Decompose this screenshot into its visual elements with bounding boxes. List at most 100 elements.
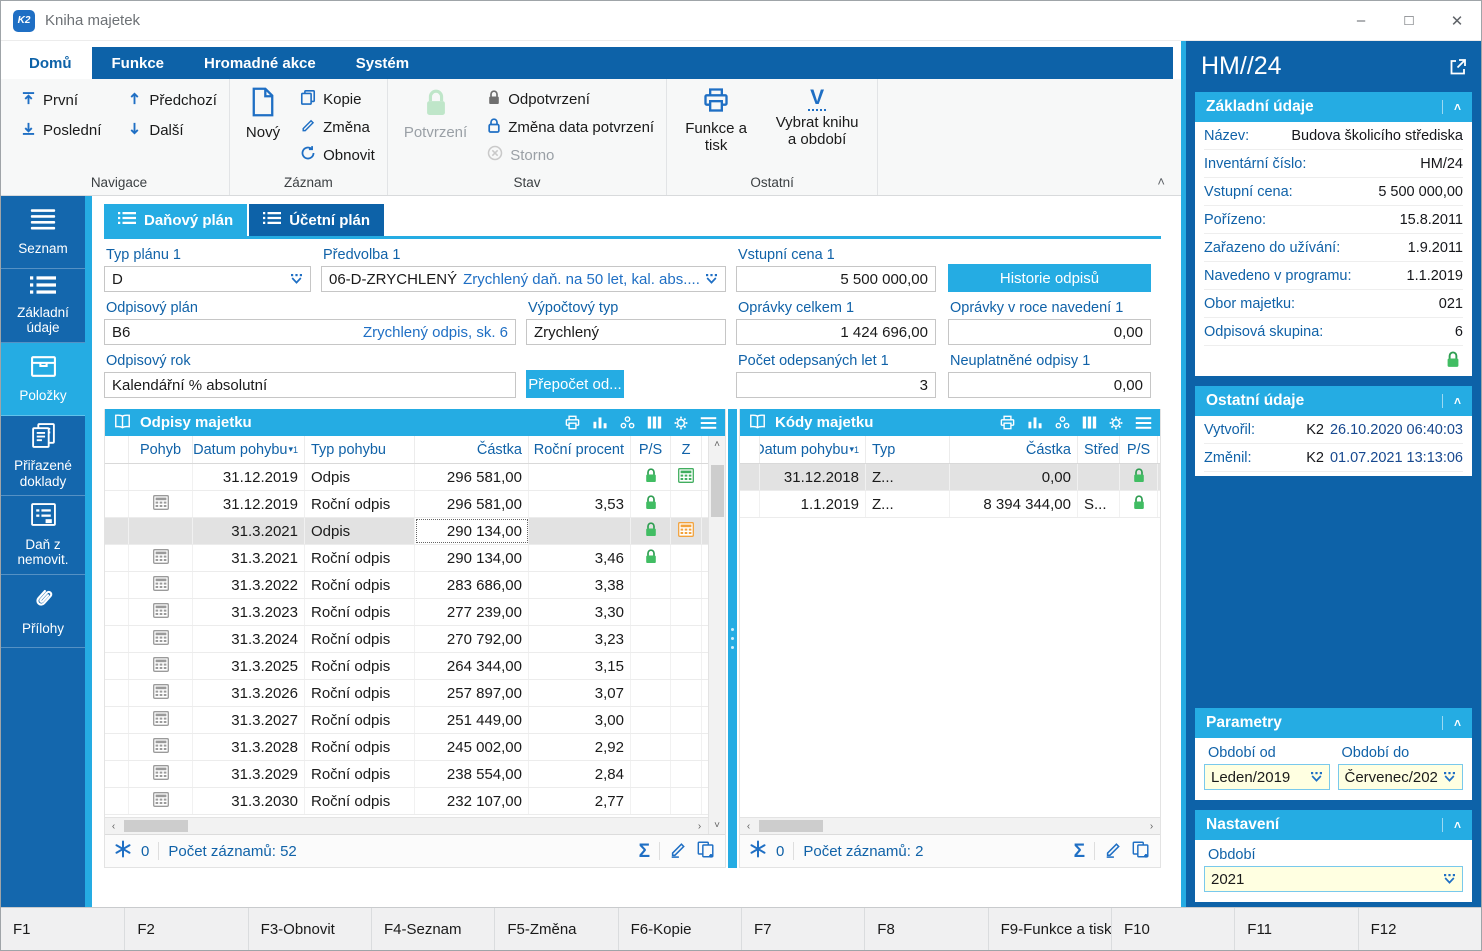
confirm-button[interactable]: Potvrzení — [400, 83, 471, 165]
sidebar-item-p-i-azen-doklady[interactable]: Přiřazené doklady — [1, 416, 85, 497]
table-row[interactable]: 31.3.2028Roční odpis245 002,002,92 — [105, 734, 708, 761]
copy-add-icon[interactable] — [1131, 840, 1151, 863]
obdobi-od-input[interactable]: Leden/2019 — [1204, 764, 1330, 790]
fkey-f10[interactable]: F10 — [1111, 908, 1234, 950]
table-row[interactable]: 31.3.2023Roční odpis277 239,003,30 — [105, 599, 708, 626]
previous-record-button[interactable]: Předchozí — [127, 91, 217, 110]
column-header[interactable]: Roční procent — [529, 436, 631, 463]
maximize-button[interactable]: □ — [1385, 1, 1433, 40]
dropdown-icon[interactable] — [290, 274, 303, 284]
functions-print-button[interactable]: Funkce a tisk — [679, 83, 753, 155]
column-header[interactable]: Pohyb — [129, 436, 193, 463]
minimize-button[interactable]: – — [1337, 1, 1385, 40]
table-row[interactable]: 31.3.2022Roční odpis283 686,003,38 — [105, 572, 708, 599]
section-header[interactable]: Nastavení ˄ — [1195, 810, 1472, 840]
fkey-f12[interactable]: F12 — [1358, 908, 1481, 950]
copy-add-icon[interactable] — [696, 840, 716, 863]
ribbon-tab-system[interactable]: Systém — [336, 47, 429, 79]
ribbon-tab-domu[interactable]: Domů — [9, 47, 92, 79]
table-row[interactable]: 31.12.2019Roční odpis296 581,003,53 — [105, 491, 708, 518]
sum-button[interactable]: Σ — [639, 842, 650, 861]
column-header[interactable]: Z — [671, 436, 702, 463]
column-header[interactable]: Částka — [950, 436, 1078, 463]
columns-icon[interactable] — [647, 415, 662, 430]
open-external-icon[interactable] — [1448, 57, 1468, 77]
historie-odpisu-button[interactable]: Historie odpisů — [948, 264, 1151, 292]
column-header[interactable]: Středisko — [1078, 436, 1120, 463]
opravky-celkem-input[interactable]: 1 424 696,00 — [736, 319, 936, 345]
pocet-let-input[interactable]: 3 — [736, 372, 936, 398]
vertical-scrollbar[interactable]: ˄ ˅ — [708, 436, 725, 834]
sum-button[interactable]: Σ — [1074, 842, 1085, 861]
fkey-f5[interactable]: F5-Změna — [494, 908, 617, 950]
scroll-up-button[interactable]: ˄ — [709, 436, 726, 453]
change-confirm-date-button[interactable]: Změna data potvrzení — [487, 117, 654, 137]
horizontal-scrollbar[interactable]: ‹ › — [105, 817, 708, 834]
edit-icon[interactable] — [1104, 840, 1122, 862]
chart-icon[interactable] — [1027, 415, 1043, 430]
column-header[interactable]: P/S — [1120, 436, 1158, 463]
obdobi-do-input[interactable]: Červenec/202 — [1338, 764, 1464, 790]
odpisovy-rok-input[interactable]: Kalendářní % absolutní — [104, 372, 516, 398]
horizontal-scrollbar[interactable]: ‹ › — [740, 817, 1160, 834]
table-row[interactable]: 31.3.2024Roční odpis270 792,003,23 — [105, 626, 708, 653]
sidebar-item-seznam[interactable]: Seznam — [1, 196, 85, 269]
dropdown-icon[interactable] — [1443, 772, 1456, 782]
fkey-f11[interactable]: F11 — [1234, 908, 1357, 950]
ribbon-tab-funkce[interactable]: Funkce — [92, 47, 185, 79]
scroll-right-button[interactable]: › — [691, 818, 708, 835]
select-book-period-button[interactable]: V Vybrat knihu a období — [769, 83, 865, 155]
scroll-left-button[interactable]: ‹ — [105, 818, 122, 835]
table-row[interactable]: 31.3.2021Roční odpis290 134,003,46 — [105, 545, 708, 572]
fkey-f3[interactable]: F3-Obnovit — [248, 908, 371, 950]
scroll-left-button[interactable]: ‹ — [740, 818, 757, 835]
table-row[interactable]: 31.3.2026Roční odpis257 897,003,07 — [105, 680, 708, 707]
menu-icon[interactable] — [700, 416, 717, 430]
vypoctovy-typ-input[interactable]: Zrychlený — [526, 319, 726, 345]
chart-icon[interactable] — [592, 415, 608, 430]
columns-icon[interactable] — [1082, 415, 1097, 430]
refresh-button[interactable]: Obnovit — [300, 145, 375, 165]
column-header[interactable] — [740, 436, 760, 463]
table-row[interactable]: 31.12.2019Odpis296 581,00 — [105, 464, 708, 491]
section-header[interactable]: Parametry ˄ — [1195, 708, 1472, 738]
table-row[interactable]: 31.3.2021Odpis290 134,00 — [105, 518, 708, 545]
fkey-f2[interactable]: F2 — [124, 908, 247, 950]
unconfirm-button[interactable]: Odpotvrzení — [487, 89, 654, 109]
next-record-button[interactable]: Další — [127, 121, 217, 140]
print-icon[interactable] — [999, 415, 1016, 430]
column-header[interactable]: P/S — [631, 436, 671, 463]
table-row[interactable]: 31.3.2030Roční odpis232 107,002,77 — [105, 788, 708, 815]
ribbon-collapse-button[interactable]: ˄ — [1157, 174, 1165, 189]
ribbon-tab-hromadne-akce[interactable]: Hromadné akce — [184, 47, 336, 79]
fkey-f6[interactable]: F6-Kopie — [618, 908, 741, 950]
fkey-f7[interactable]: F7 — [741, 908, 864, 950]
fkey-f4[interactable]: F4-Seznam — [371, 908, 494, 950]
group-icon[interactable] — [1054, 415, 1071, 430]
dropdown-icon[interactable] — [1310, 772, 1323, 782]
scrollbar-thumb[interactable] — [711, 465, 724, 517]
tab-ucetni-plan[interactable]: Účetní plán — [249, 204, 384, 236]
close-button[interactable]: ✕ — [1433, 1, 1481, 40]
collapse-icon[interactable]: ˄ — [1442, 394, 1461, 408]
table-splitter[interactable] — [728, 409, 737, 868]
odpisovy-plan-input[interactable]: B6 Zrychlený odpis, sk. 6 — [104, 319, 516, 345]
column-header[interactable]: Typ — [866, 436, 950, 463]
tab-danovy-plan[interactable]: Daňový plán — [104, 204, 247, 236]
sidebar-item-p-lohy[interactable]: Přílohy — [1, 575, 85, 648]
first-record-button[interactable]: První — [21, 91, 101, 110]
prepocet-button[interactable]: Přepočet od... — [526, 370, 624, 398]
gear-icon[interactable] — [673, 415, 689, 431]
print-icon[interactable] — [564, 415, 581, 430]
collapse-icon[interactable]: ˄ — [1442, 818, 1461, 832]
collapse-icon[interactable]: ˄ — [1442, 716, 1461, 730]
edit-record-button[interactable]: Změna — [300, 117, 375, 137]
fkey-f8[interactable]: F8 — [864, 908, 987, 950]
new-record-button[interactable]: Nový — [242, 83, 284, 165]
table-row[interactable]: 31.3.2027Roční odpis251 449,003,00 — [105, 707, 708, 734]
cancel-button[interactable]: Storno — [487, 145, 654, 165]
sidebar-item-da-z-nemovit[interactable]: Daň z nemovit. — [1, 496, 85, 575]
menu-icon[interactable] — [1135, 416, 1152, 430]
scroll-down-button[interactable]: ˅ — [709, 817, 726, 834]
table-row[interactable]: 31.3.2025Roční odpis264 344,003,15 — [105, 653, 708, 680]
